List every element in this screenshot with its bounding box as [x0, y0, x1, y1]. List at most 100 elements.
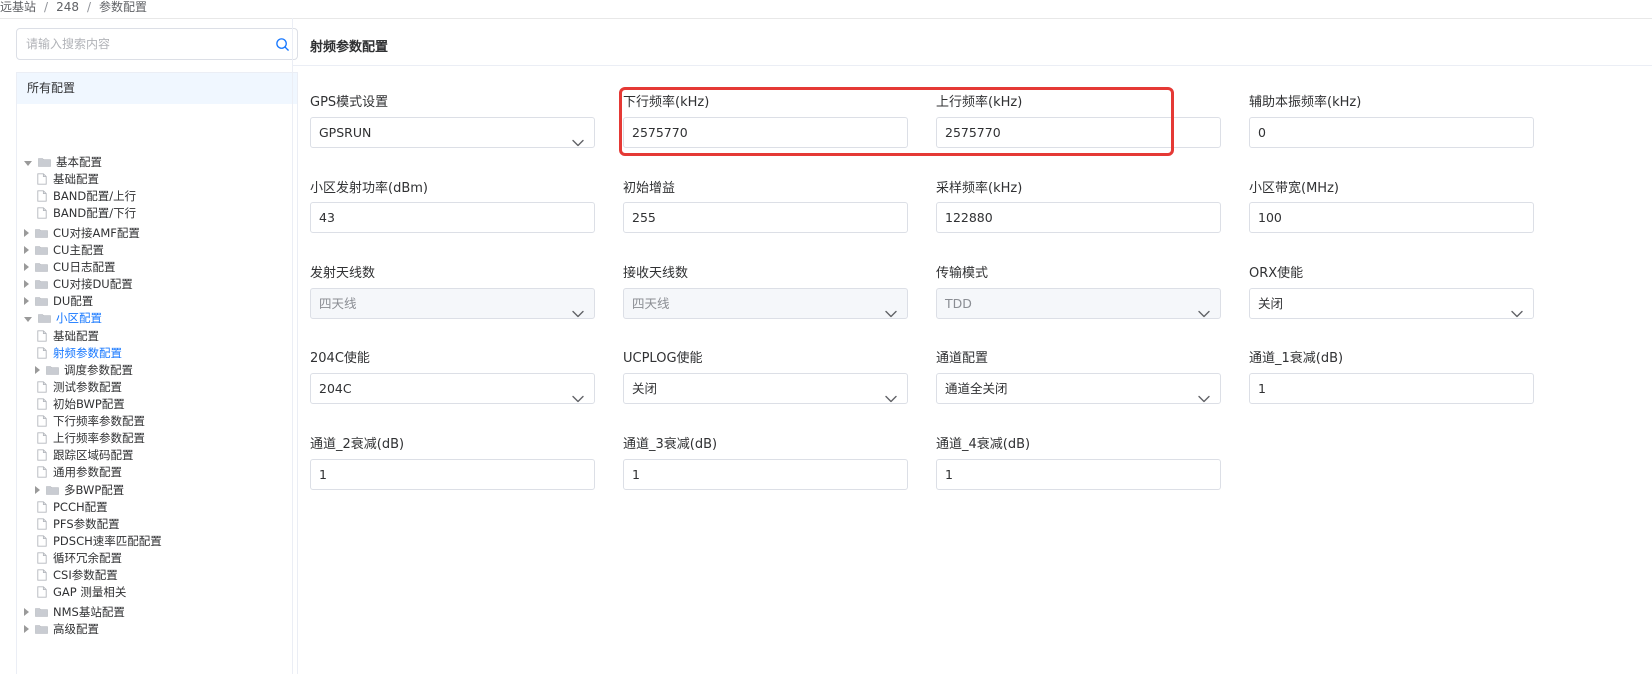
tree-item-node[interactable]: PDSCH速率匹配配置 [37, 533, 162, 549]
caret-down-icon[interactable] [24, 160, 32, 166]
tree-folder-node[interactable]: 小区配置 [24, 310, 102, 326]
tree-node-label: PFS参数配置 [53, 517, 120, 531]
tree-item-node[interactable]: 测试参数配置 [37, 379, 122, 395]
text-input[interactable]: 255 [623, 202, 908, 233]
tree-node-label: GAP 测量相关 [53, 585, 127, 599]
field-label: 发射天线数 [310, 266, 376, 281]
chevron-down-icon[interactable] [1511, 299, 1523, 318]
chevron-down-icon [572, 299, 584, 318]
tree-item-node[interactable]: 跟踪区域码配置 [37, 447, 134, 463]
chevron-down-icon[interactable] [885, 384, 897, 403]
tree-item-node[interactable]: 基础配置 [37, 328, 99, 344]
field-value: 四天线 [319, 296, 357, 311]
chevron-down-icon[interactable] [572, 384, 584, 403]
main-panel: 射频参数配置 GPS模式设置 GPSRUN 下行频率(kHz) 2575770 上行频率… [292, 18, 1652, 674]
tree-item-node[interactable]: PCCH配置 [37, 499, 108, 515]
tree-node-label: 基础配置 [53, 172, 99, 186]
tree-folder-node[interactable]: CU对接AMF配置 [24, 225, 140, 241]
caret-right-icon[interactable] [24, 280, 29, 288]
search-icon[interactable] [275, 37, 290, 52]
field-value: TDD [945, 296, 972, 311]
tree-folder-node[interactable]: 多BWP配置 [35, 482, 124, 498]
field-value: 关闭 [632, 381, 658, 396]
caret-right-icon[interactable] [35, 486, 40, 494]
folder-icon [35, 245, 48, 255]
sidebar: 所有配置 基本配置基础配置 BAND配置/上行 BAND配置/下行 CU对接AMF配置… [16, 28, 298, 674]
tree-node-label: 基础配置 [53, 329, 99, 343]
text-input[interactable]: 1 [936, 459, 1221, 490]
tree-item-node[interactable]: 基础配置 [37, 171, 99, 187]
tree-item-node[interactable]: 初始BWP配置 [37, 396, 125, 412]
tree-folder-node[interactable]: 高级配置 [24, 621, 99, 637]
field-label: GPS模式设置 [310, 95, 389, 110]
file-icon [37, 466, 47, 478]
chevron-down-icon[interactable] [1198, 384, 1210, 403]
field-label: 接收天线数 [623, 266, 689, 281]
field-label: 通道_3衰减(dB) [623, 437, 718, 452]
tree-folder-node[interactable]: 调度参数配置 [35, 362, 133, 378]
select-field[interactable]: 关闭 [1249, 288, 1534, 319]
field-label: 204C使能 [310, 351, 370, 366]
tree-item-node[interactable]: 循环冗余配置 [37, 550, 122, 566]
tree-header[interactable]: 所有配置 [17, 73, 297, 104]
folder-icon [35, 228, 48, 238]
field-value: 43 [319, 210, 335, 225]
tree-folder-node[interactable]: DU配置 [24, 293, 93, 309]
config-tree-panel: 所有配置 基本配置基础配置 BAND配置/上行 BAND配置/下行 CU对接AMF配置… [16, 72, 298, 674]
select-field[interactable]: GPSRUN [310, 117, 595, 148]
field-label: 采样频率(kHz) [936, 181, 1023, 196]
caret-down-icon[interactable] [24, 316, 32, 322]
field-value: 通道全关闭 [945, 381, 1008, 396]
file-icon [37, 449, 47, 461]
search-input[interactable] [26, 29, 266, 59]
tree-item-node[interactable]: BAND配置/下行 [37, 205, 136, 221]
field-value: 1 [632, 467, 640, 482]
file-icon [37, 552, 47, 564]
select-field[interactable]: 通道全关闭 [936, 373, 1221, 404]
tree-folder-node[interactable]: NMS基站配置 [24, 604, 125, 620]
field-label: 通道_2衰减(dB) [310, 437, 405, 452]
tree-folder-node[interactable]: 基本配置 [24, 154, 102, 170]
select-field[interactable]: 204C [310, 373, 595, 404]
text-input[interactable]: 100 [1249, 202, 1534, 233]
text-input[interactable]: 0 [1249, 117, 1534, 148]
tree-node-label: PDSCH速率匹配配置 [53, 534, 162, 548]
tree-node-label: BAND配置/上行 [53, 189, 137, 203]
text-input[interactable]: 1 [310, 459, 595, 490]
breadcrumb-item[interactable]: 远基站 [0, 0, 36, 18]
caret-right-icon[interactable] [24, 263, 29, 271]
tree-folder-node[interactable]: CU对接DU配置 [24, 276, 133, 292]
caret-right-icon[interactable] [24, 229, 29, 237]
folder-icon [35, 607, 48, 617]
text-input[interactable]: 43 [310, 202, 595, 233]
caret-right-icon[interactable] [24, 625, 29, 633]
tree-item-node[interactable]: 上行频率参数配置 [37, 430, 145, 446]
tree-item-node[interactable]: 下行频率参数配置 [37, 413, 145, 429]
select-field[interactable]: 关闭 [623, 373, 908, 404]
caret-right-icon[interactable] [35, 366, 40, 374]
folder-icon [46, 485, 59, 495]
field-value: 四天线 [632, 296, 670, 311]
tree-node-label: 跟踪区域码配置 [53, 448, 134, 462]
caret-right-icon[interactable] [24, 608, 29, 616]
caret-right-icon[interactable] [24, 297, 29, 305]
tree-folder-node[interactable]: CU日志配置 [24, 259, 115, 275]
tree-item-node[interactable]: GAP 测量相关 [37, 584, 126, 600]
chevron-down-icon[interactable] [572, 128, 584, 147]
text-input[interactable]: 122880 [936, 202, 1221, 233]
field-label: ORX使能 [1249, 266, 1304, 281]
field-value: 100 [1258, 210, 1282, 225]
tree-folder-node[interactable]: CU主配置 [24, 242, 104, 258]
text-input[interactable]: 1 [1249, 373, 1534, 404]
tree-item-node[interactable]: PFS参数配置 [37, 516, 120, 532]
text-input[interactable]: 1 [623, 459, 908, 490]
caret-right-icon[interactable] [24, 246, 29, 254]
search-box [16, 28, 298, 60]
tree-item-node[interactable]: 通用参数配置 [37, 464, 122, 480]
tree-item-node[interactable]: 射频参数配置 [37, 345, 122, 361]
field-value: 1 [945, 467, 953, 482]
breadcrumb-item[interactable]: 248 [56, 0, 79, 18]
tree-item-node[interactable]: BAND配置/上行 [37, 188, 136, 204]
breadcrumb-separator: / [86, 0, 92, 14]
tree-item-node[interactable]: CSI参数配置 [37, 567, 118, 583]
